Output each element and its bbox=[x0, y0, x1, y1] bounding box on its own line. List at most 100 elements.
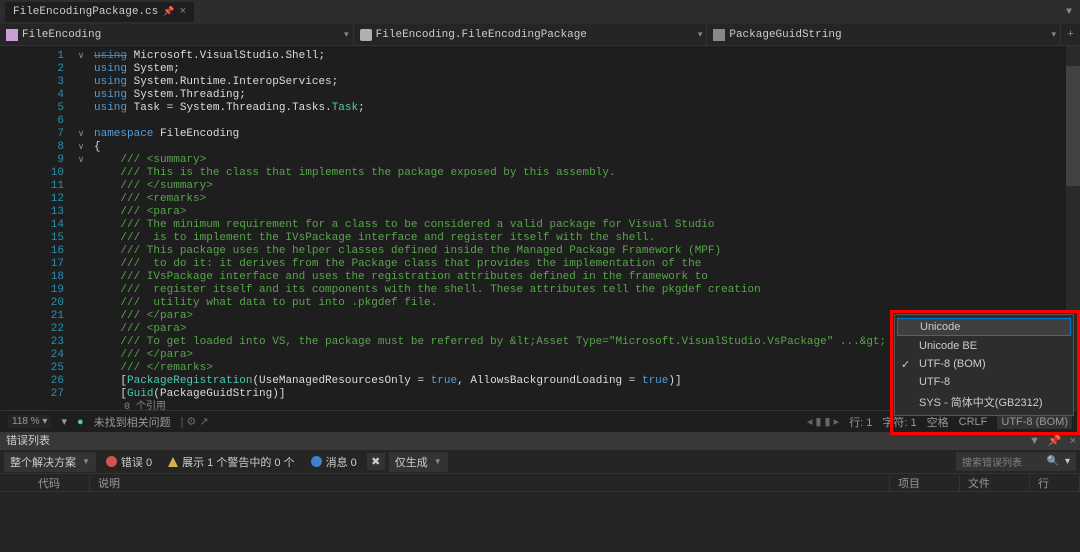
scope-combo[interactable]: 整个解决方案▼ bbox=[4, 452, 96, 472]
line-number: 6 bbox=[0, 115, 72, 128]
line-number: 4 bbox=[0, 89, 72, 102]
tab-label: FileEncodingPackage.cs bbox=[13, 6, 158, 18]
line-number-gutter: 1234567891011121314151617181920212223242… bbox=[0, 46, 72, 410]
fold-marker bbox=[72, 388, 90, 401]
encoding-option[interactable]: ✓ UTF-8 (BOM) bbox=[895, 355, 1073, 373]
line-number: 26 bbox=[0, 375, 72, 388]
fold-marker bbox=[72, 206, 90, 219]
col-code[interactable]: 代码 bbox=[30, 475, 90, 491]
panel-close-icon[interactable]: × bbox=[1066, 432, 1080, 450]
error-search[interactable]: 搜索错误列表🔍▾ bbox=[956, 452, 1076, 471]
line-number: 19 bbox=[0, 284, 72, 297]
col-file[interactable]: 文件 bbox=[960, 475, 1030, 491]
fold-marker[interactable]: ∨ bbox=[72, 141, 90, 154]
nav-namespace[interactable]: FileEncoding ▾ bbox=[0, 24, 353, 45]
check-icon: ✓ bbox=[901, 358, 910, 371]
line-number: 24 bbox=[0, 349, 72, 362]
encoding-label: Unicode BE bbox=[919, 340, 977, 352]
fold-marker bbox=[72, 102, 90, 115]
line-number: 7 bbox=[0, 128, 72, 141]
line-number: 14 bbox=[0, 219, 72, 232]
nav-member[interactable]: PackageGuidString ▾ bbox=[706, 24, 1060, 45]
encoding-option[interactable]: UTF-8 bbox=[895, 373, 1073, 391]
nav-namespace-label: FileEncoding bbox=[22, 29, 101, 41]
fold-marker bbox=[72, 63, 90, 76]
fold-marker bbox=[72, 115, 90, 128]
line-number: 1 bbox=[0, 50, 72, 63]
fold-marker bbox=[72, 284, 90, 297]
fold-marker bbox=[72, 362, 90, 375]
line-number: 16 bbox=[0, 245, 72, 258]
error-icon bbox=[106, 456, 117, 467]
panel-dropdown-icon[interactable]: ▼ bbox=[1025, 432, 1044, 450]
col-project[interactable]: 项目 bbox=[890, 475, 960, 491]
line-number: 22 bbox=[0, 323, 72, 336]
nav-class[interactable]: FileEncoding.FileEncodingPackage ▾ bbox=[353, 24, 707, 45]
encoding-label: UTF-8 bbox=[919, 376, 950, 388]
fold-marker bbox=[72, 167, 90, 180]
line-number: 13 bbox=[0, 206, 72, 219]
warnings-filter[interactable]: 展示 1 个警告中的 0 个 bbox=[162, 452, 300, 472]
line-number: 27 bbox=[0, 388, 72, 401]
line-number: 5 bbox=[0, 102, 72, 115]
fold-marker bbox=[72, 323, 90, 336]
fold-marker[interactable]: ∨ bbox=[72, 128, 90, 141]
fold-marker bbox=[72, 297, 90, 310]
line-number: 10 bbox=[0, 167, 72, 180]
fold-marker bbox=[72, 258, 90, 271]
fold-marker[interactable]: ∨ bbox=[72, 50, 90, 63]
line-number: 21 bbox=[0, 310, 72, 323]
fold-marker bbox=[72, 89, 90, 102]
error-list-body bbox=[0, 492, 1080, 552]
warning-icon bbox=[168, 457, 178, 467]
fold-marker bbox=[72, 180, 90, 193]
panel-pin-icon[interactable]: 📌 bbox=[1044, 432, 1066, 450]
scrollbar-thumb[interactable] bbox=[1066, 66, 1080, 186]
fold-marker bbox=[72, 271, 90, 284]
member-icon bbox=[713, 29, 725, 41]
fold-marker bbox=[72, 232, 90, 245]
code-filter-icon[interactable]: ✖ bbox=[367, 453, 385, 470]
line-number: 23 bbox=[0, 336, 72, 349]
error-list-columns: 代码 说明 项目 文件 行 bbox=[0, 474, 1080, 492]
fold-column: ∨∨∨∨ bbox=[72, 46, 90, 401]
col-line[interactable]: 行 bbox=[1030, 475, 1080, 491]
fold-marker bbox=[72, 193, 90, 206]
fold-marker[interactable]: ∨ bbox=[72, 154, 90, 167]
file-encoding[interactable]: UTF-8 (BOM) bbox=[997, 415, 1072, 429]
tab-bar: FileEncodingPackage.cs 📌 × ▼ bbox=[0, 0, 1080, 24]
messages-filter[interactable]: 消息 0 bbox=[305, 452, 363, 472]
pin-icon[interactable]: 📌 bbox=[163, 7, 174, 17]
search-icon: 🔍 bbox=[1047, 456, 1059, 467]
info-icon bbox=[311, 456, 322, 467]
error-list-header: 错误列表 ▼ 📌 × bbox=[0, 432, 1080, 450]
line-number: 8 bbox=[0, 141, 72, 154]
nav-member-label: PackageGuidString bbox=[729, 29, 841, 41]
build-filter[interactable]: 仅生成▼ bbox=[389, 452, 448, 472]
zoom-level[interactable]: 118 % ▾ bbox=[8, 415, 51, 428]
line-number: 12 bbox=[0, 193, 72, 206]
line-ending[interactable]: CRLF bbox=[959, 416, 988, 428]
encoding-option[interactable]: Unicode BE bbox=[895, 337, 1073, 355]
fold-marker bbox=[72, 76, 90, 89]
cursor-line[interactable]: 行: 1 bbox=[849, 414, 872, 430]
errors-filter[interactable]: 错误 0 bbox=[100, 452, 158, 472]
line-number: 9 bbox=[0, 154, 72, 167]
col-desc[interactable]: 说明 bbox=[90, 475, 890, 491]
add-button[interactable]: + bbox=[1060, 24, 1080, 45]
fold-marker bbox=[72, 375, 90, 388]
encoding-label: UTF-8 (BOM) bbox=[919, 358, 986, 370]
namespace-icon bbox=[6, 29, 18, 41]
issues-ok-icon: ● bbox=[77, 416, 84, 428]
encoding-option[interactable]: SYS - 简体中文(GB2312) bbox=[895, 391, 1073, 413]
encoding-menu: Unicode Unicode BE ✓ UTF-8 (BOM) UTF-8 SYS - … bbox=[894, 314, 1074, 416]
tab-overflow-icon[interactable]: ▼ bbox=[1066, 7, 1080, 18]
fold-marker bbox=[72, 336, 90, 349]
encoding-label: SYS - 简体中文(GB2312) bbox=[919, 397, 1042, 409]
issues-status[interactable]: 未找到相关问题 bbox=[94, 414, 171, 430]
line-number: 17 bbox=[0, 258, 72, 271]
file-tab[interactable]: FileEncodingPackage.cs 📌 × bbox=[5, 2, 194, 22]
encoding-option[interactable]: Unicode bbox=[897, 318, 1071, 336]
encoding-label: Unicode bbox=[920, 321, 960, 333]
close-tab-icon[interactable]: × bbox=[179, 6, 186, 18]
